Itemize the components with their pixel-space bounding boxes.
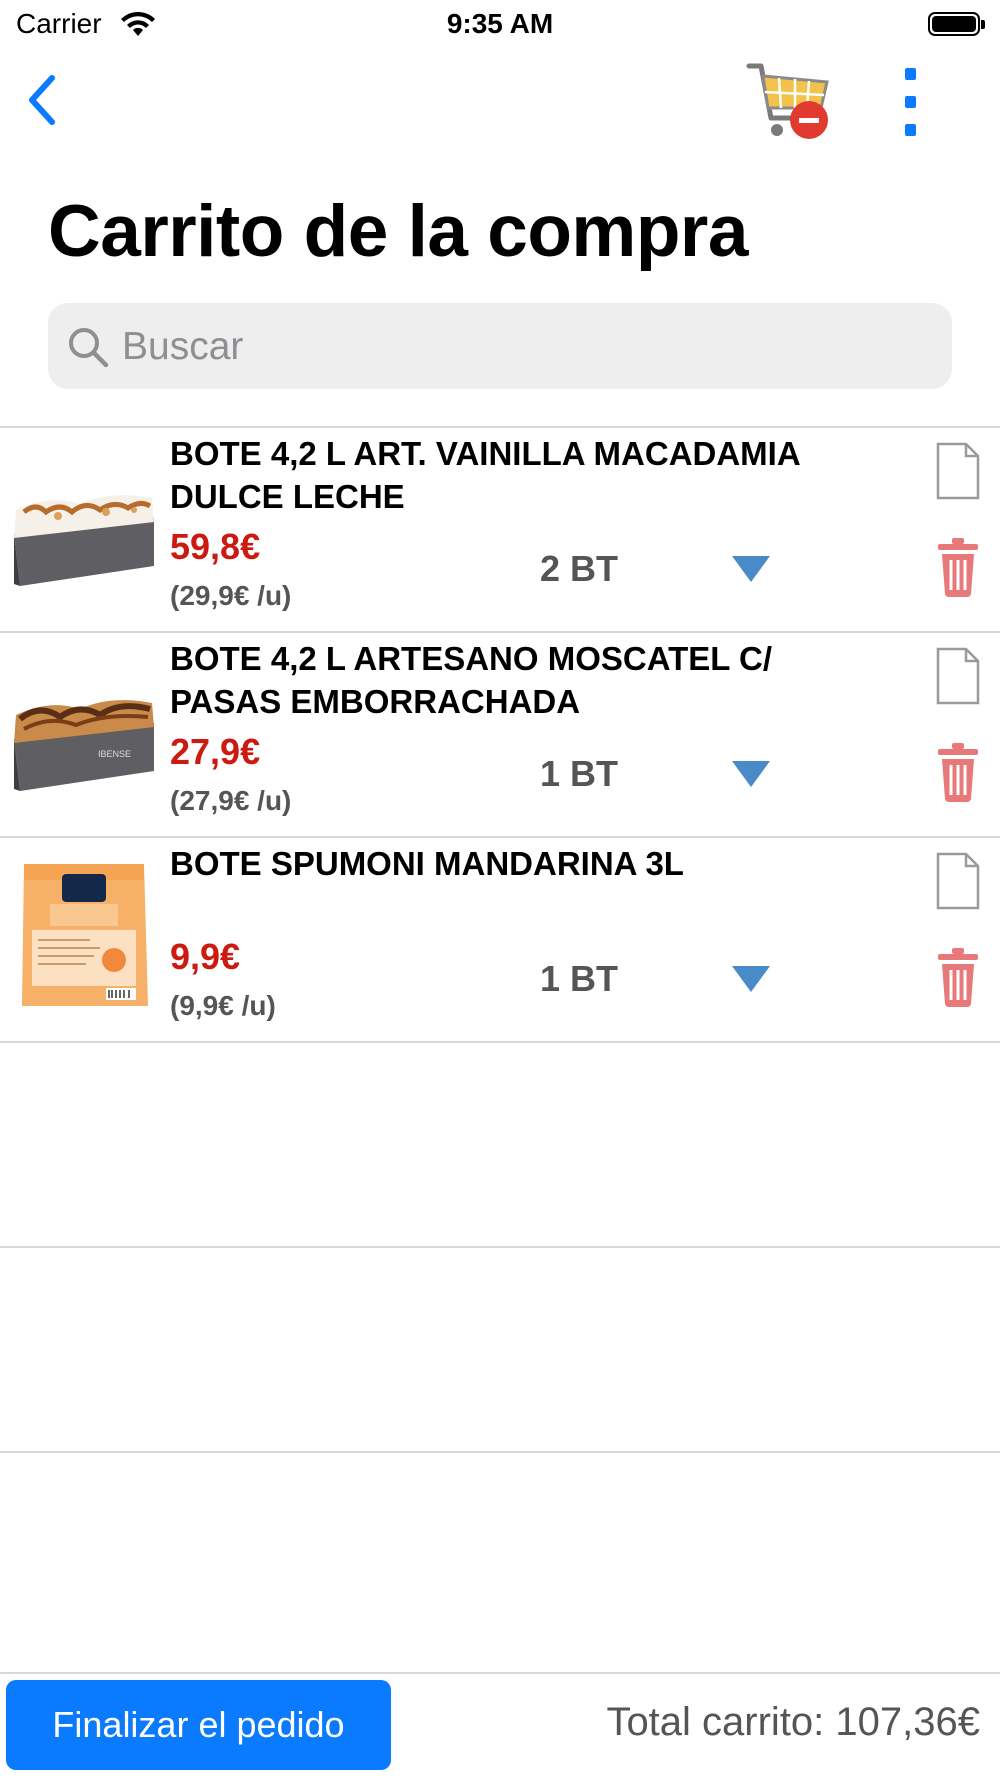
separator [0,1246,1000,1248]
cart-item[interactable]: BOTE 4,2 L ART. VAINILLA MACADAMIA DULCE… [0,428,1000,632]
product-name: BOTE 4,2 L ARTESANO MOSCATEL C/ PASAS EM… [170,640,773,720]
quantity-label: 1 BT [540,958,619,999]
product-image [22,864,148,1006]
more-options-button[interactable] [890,62,930,142]
search-icon [69,328,109,368]
trash-icon[interactable] [936,536,980,598]
quantity-dropdown-icon[interactable] [730,964,772,994]
page-title: Carrito de la compra [48,191,748,272]
empty-cart-button[interactable] [745,60,835,145]
product-price: 27,9€ [170,731,261,772]
product-name: BOTE SPUMONI MANDARINA 3L [170,845,684,882]
cart-list: BOTE 4,2 L ART. VAINILLA MACADAMIA DULCE… [0,426,1000,1672]
back-button[interactable] [22,70,72,130]
product-image [14,495,154,586]
document-icon[interactable] [936,442,980,500]
footer-divider [0,1672,1000,1674]
more-dot [905,96,916,108]
cart-item[interactable]: IBENSE BOTE 4,2 L ARTESANO MOSCATEL C/ P… [0,633,1000,837]
battery-icon [928,12,985,36]
quantity-label: 2 BT [540,548,619,589]
separator [0,1451,1000,1453]
quantity-dropdown-icon[interactable] [730,759,772,789]
svg-text:IBENSE: IBENSE [98,749,131,759]
unit-price: (29,9€ /u) [170,580,292,611]
product-price: 59,8€ [170,526,261,567]
document-icon[interactable] [936,852,980,910]
search-input[interactable] [120,303,924,391]
finalize-order-button[interactable]: Finalizar el pedido [6,1680,391,1770]
cart-remove-icon [746,63,829,139]
unit-price: (27,9€ /u) [170,785,292,816]
document-icon[interactable] [936,647,980,705]
separator [0,1041,1000,1043]
more-dot [905,124,916,136]
cart-total: Total carrito: 107,36€ [606,1700,980,1744]
status-bar: Carrier 9:35 AM [0,0,1000,50]
trash-icon[interactable] [936,946,980,1008]
quantity-label: 1 BT [540,753,619,794]
product-name: BOTE 4,2 L ART. VAINILLA MACADAMIA DULCE… [170,435,800,515]
product-image: IBENSE [14,700,154,791]
product-price: 9,9€ [170,936,241,977]
more-dot [905,68,916,80]
trash-icon[interactable] [936,741,980,803]
quantity-dropdown-icon[interactable] [730,554,772,584]
search-bar[interactable] [48,303,952,391]
clock: 9:35 AM [446,8,554,39]
unit-price: (9,9€ /u) [170,990,276,1021]
chevron-left-icon [29,75,55,125]
cart-item[interactable]: BOTE SPUMONI MANDARINA 3L 9,9€ (9,9€ /u)… [0,838,1000,1042]
